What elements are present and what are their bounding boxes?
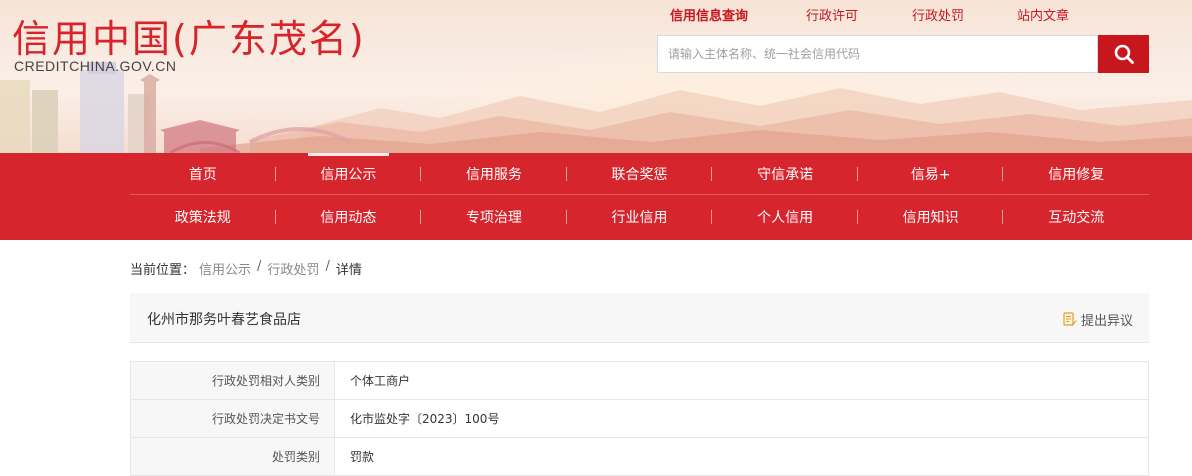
banner-landscape-illustration bbox=[0, 62, 1192, 153]
nav-item-label: 信用动态 bbox=[320, 210, 377, 226]
subject-title-bar: 化州市那务叶春艺食品店 提出异议 bbox=[130, 293, 1149, 343]
nav-item-credit-commitment[interactable]: 守信承诺 bbox=[712, 153, 858, 194]
search-input[interactable] bbox=[657, 35, 1098, 73]
nav-item-home[interactable]: 首页 bbox=[130, 153, 276, 194]
breadcrumb-separator: / bbox=[257, 259, 262, 274]
nav-item-label: 专项治理 bbox=[465, 210, 522, 226]
breadcrumb-link-credit-disclosure[interactable]: 信用公示 bbox=[199, 259, 251, 278]
nav-item-label: 信用服务 bbox=[465, 166, 522, 183]
nav-item-xinyi-plus[interactable]: 信易+ bbox=[858, 153, 1004, 194]
main-nav-row-1: 首页 信用公示 信用服务 联合奖惩 守信承诺 信易+ 信用修复 bbox=[130, 153, 1149, 195]
nav-item-joint-reward-punish[interactable]: 联合奖惩 bbox=[567, 153, 713, 194]
nav-item-label: 信用修复 bbox=[1048, 166, 1105, 183]
penalty-detail-table: 行政处罚相对人类别 个体工商户 行政处罚决定书文号 化市监处字〔2023〕100… bbox=[130, 361, 1149, 476]
nav-item-label: 联合奖惩 bbox=[611, 166, 668, 183]
document-edit-icon bbox=[1063, 312, 1077, 326]
nav-item-label: 信用公示 bbox=[320, 166, 377, 183]
search-icon bbox=[1114, 44, 1134, 64]
nav-item-label: 政策法规 bbox=[174, 210, 231, 226]
top-link-admin-penalty[interactable]: 行政处罚 bbox=[912, 5, 964, 24]
breadcrumb-link-admin-penalty[interactable]: 行政处罚 bbox=[267, 259, 319, 278]
nav-item-label: 互动交流 bbox=[1048, 210, 1105, 226]
main-nav: 首页 信用公示 信用服务 联合奖惩 守信承诺 信易+ 信用修复 政策法规 信用动… bbox=[0, 153, 1192, 240]
nav-item-label: 守信承诺 bbox=[757, 166, 814, 183]
nav-item-credit-disclosure[interactable]: 信用公示 bbox=[276, 153, 422, 194]
nav-item-personal-credit[interactable]: 个人信用 bbox=[712, 196, 858, 238]
breadcrumb: 当前位置： 信用公示 / 行政处罚 / 详情 bbox=[130, 259, 362, 278]
nav-item-credit-repair[interactable]: 信用修复 bbox=[1003, 153, 1149, 194]
breadcrumb-current: 详情 bbox=[335, 263, 362, 278]
top-link-admin-license[interactable]: 行政许可 bbox=[806, 5, 858, 24]
detail-key: 处罚类别 bbox=[131, 438, 335, 475]
subject-name: 化州市那务叶春艺食品店 bbox=[147, 312, 301, 328]
nav-item-credit-service[interactable]: 信用服务 bbox=[421, 153, 567, 194]
header-banner: 信用中国(广东茂名) CREDITCHINA.GOV.CN 信用信息查询 行政许… bbox=[0, 0, 1192, 153]
search-button[interactable] bbox=[1098, 35, 1149, 73]
detail-value: 个体工商户 bbox=[350, 374, 411, 388]
nav-item-policy[interactable]: 政策法规 bbox=[130, 196, 276, 238]
objection-label: 提出异议 bbox=[1080, 314, 1133, 329]
table-row: 处罚类别 罚款 bbox=[131, 438, 1148, 476]
nav-item-industry-credit[interactable]: 行业信用 bbox=[567, 196, 713, 238]
detail-key: 行政处罚相对人类别 bbox=[131, 362, 335, 399]
detail-key: 行政处罚决定书文号 bbox=[131, 400, 335, 437]
nav-item-label: 行业信用 bbox=[611, 210, 668, 226]
detail-value: 罚款 bbox=[350, 450, 375, 464]
search-box bbox=[657, 35, 1149, 73]
top-link-credit-query[interactable]: 信用信息查询 bbox=[670, 5, 748, 24]
top-links-bar: 信用信息查询 行政许可 行政处罚 站内文章 bbox=[0, 5, 1192, 25]
nav-item-special-governance[interactable]: 专项治理 bbox=[421, 196, 567, 238]
top-link-site-articles[interactable]: 站内文章 bbox=[1017, 5, 1069, 24]
site-logo-en: CREDITCHINA.GOV.CN bbox=[14, 58, 177, 74]
nav-item-credit-news[interactable]: 信用动态 bbox=[276, 196, 422, 238]
nav-item-label: 信易+ bbox=[910, 166, 951, 183]
main-nav-row-2: 政策法规 信用动态 专项治理 行业信用 个人信用 信用知识 互动交流 bbox=[130, 196, 1149, 238]
nav-item-label: 首页 bbox=[188, 166, 217, 183]
breadcrumb-prefix: 当前位置： bbox=[130, 263, 196, 278]
nav-item-label: 个人信用 bbox=[757, 210, 814, 226]
table-row: 行政处罚决定书文号 化市监处字〔2023〕100号 bbox=[131, 400, 1148, 438]
table-row: 行政处罚相对人类别 个体工商户 bbox=[131, 362, 1148, 400]
nav-item-label: 信用知识 bbox=[902, 210, 959, 226]
breadcrumb-separator: / bbox=[325, 259, 330, 274]
detail-value: 化市监处字〔2023〕100号 bbox=[350, 412, 500, 426]
nav-item-credit-knowledge[interactable]: 信用知识 bbox=[858, 196, 1004, 238]
objection-button[interactable]: 提出异议 bbox=[1063, 310, 1133, 329]
nav-item-interaction[interactable]: 互动交流 bbox=[1003, 196, 1149, 238]
